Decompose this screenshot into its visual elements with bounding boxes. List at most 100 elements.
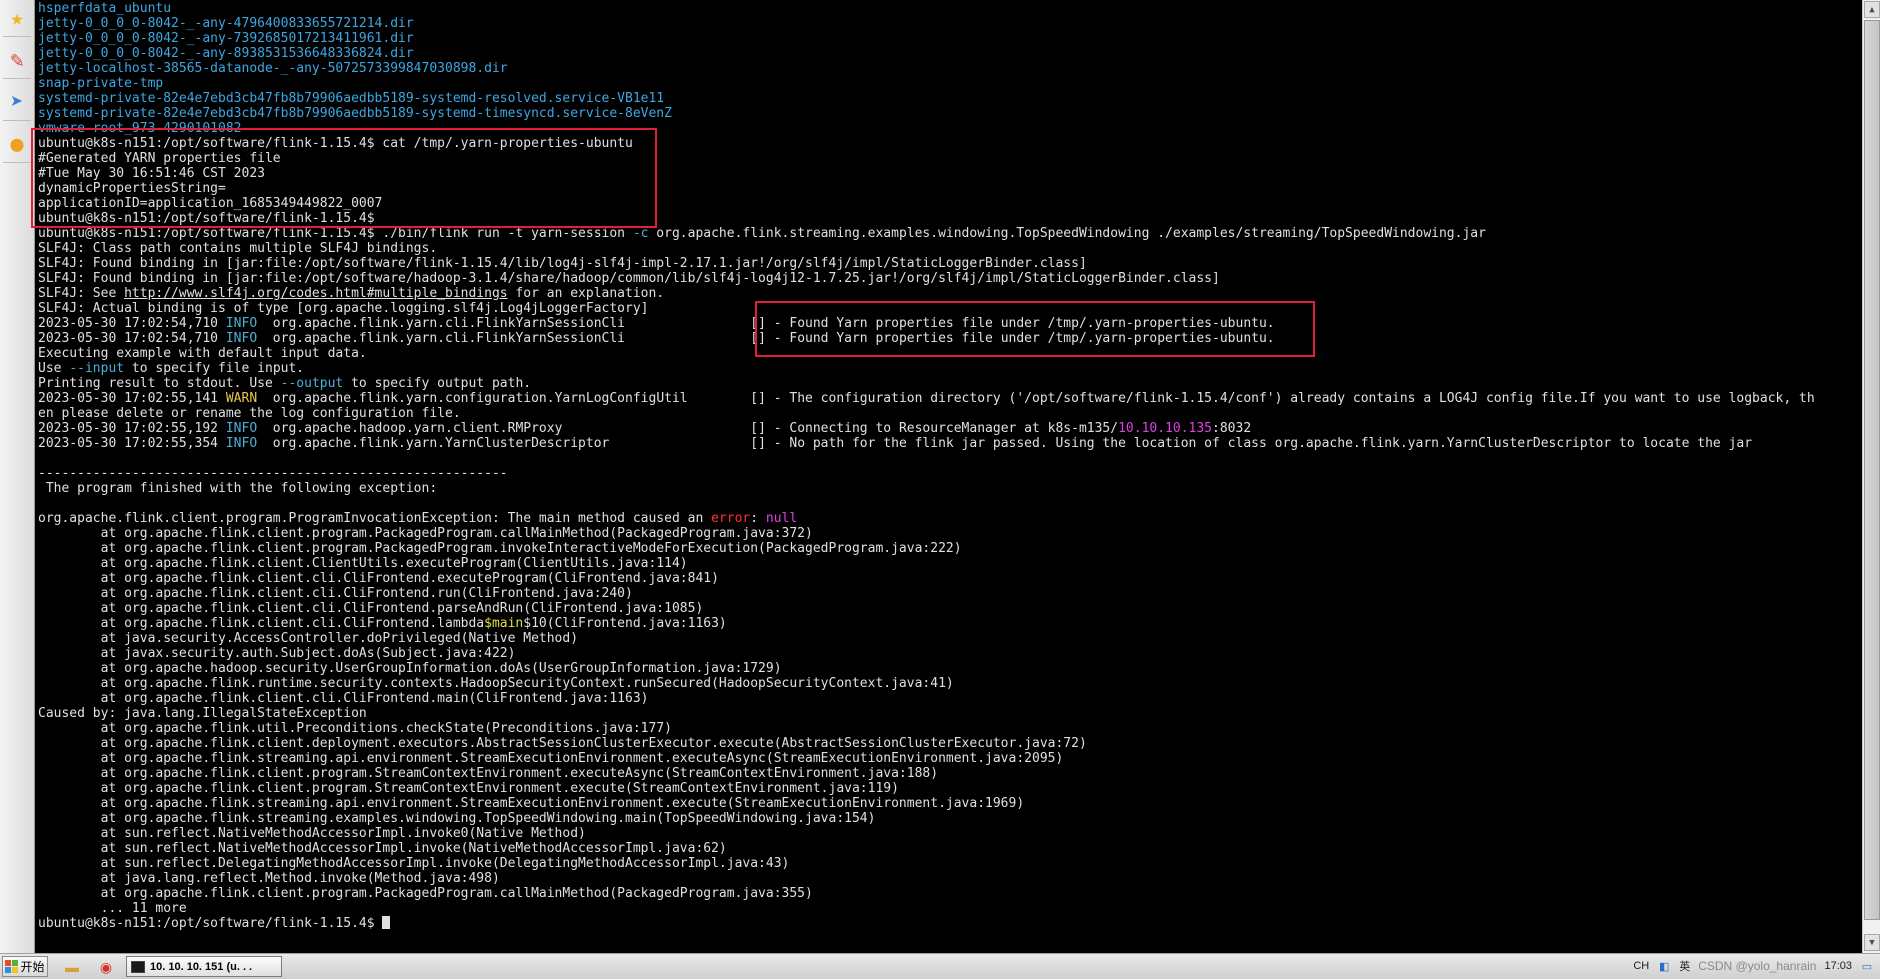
terminal-line: Caused by: java.lang.IllegalStateExcepti…	[38, 706, 1856, 721]
folder-icon[interactable]: ▬	[62, 957, 82, 977]
taskbar-item-ssh-session[interactable]: 10. 10. 10. 151 (u. . .	[126, 956, 282, 977]
terminal-text: dynamicPropertiesString=	[38, 181, 226, 196]
terminal-line: snap-private-tmp	[38, 76, 1856, 91]
terminal-text: hsperfdata_ubuntu	[38, 1, 172, 16]
terminal-text: SLF4J: Found binding in [jar:file:/opt/s…	[38, 271, 1220, 286]
terminal-text: org.apache.hadoop.yarn.client.RMProxy []…	[264, 421, 1119, 436]
terminal-line: #Generated YARN properties file	[38, 151, 1856, 166]
terminal-text: INFO	[225, 331, 265, 346]
terminal-line: 2023-05-30 17:02:54,710 INFO org.apache.…	[38, 316, 1856, 331]
tray-language[interactable]: CH	[1633, 960, 1649, 972]
terminal-text: :8032	[1212, 421, 1252, 436]
terminal-text: $main	[484, 616, 524, 631]
terminal-line: at org.apache.flink.client.program.Packa…	[38, 541, 1856, 556]
disc-icon[interactable]: ●	[3, 128, 31, 163]
terminal-text: at org.apache.flink.client.cli.CliFronte…	[38, 571, 719, 586]
taskbar-item-label: 10. 10. 10. 151 (u. . .	[150, 960, 253, 973]
send-icon[interactable]: ➤	[3, 86, 31, 121]
terminal-line: dynamicPropertiesString=	[38, 181, 1856, 196]
scroll-down-arrow-icon[interactable]: ▼	[1864, 934, 1880, 951]
terminal-text: systemd-private-82e4e7ebd3cb47fb8b79906a…	[38, 106, 672, 121]
terminal-text: --input	[69, 361, 125, 376]
terminal-line: systemd-private-82e4e7ebd3cb47fb8b79906a…	[38, 106, 1856, 121]
pen-icon[interactable]: ✎	[3, 44, 31, 79]
terminal-line: SLF4J: See http://www.slf4j.org/codes.ht…	[38, 286, 1856, 301]
scroll-up-arrow-icon[interactable]: ▲	[1864, 1, 1880, 18]
show-desktop-icon[interactable]: ▭	[1860, 959, 1874, 973]
terminal-line: vmware-root_973-4290101082	[38, 121, 1856, 136]
terminal-line: at org.apache.flink.client.cli.CliFronte…	[38, 601, 1856, 616]
tray-clock[interactable]: 17:03	[1824, 960, 1852, 972]
terminal-line: at org.apache.flink.streaming.examples.w…	[38, 811, 1856, 826]
terminal-text: 2023-05-30 17:02:55,192	[38, 421, 226, 436]
terminal-text: for an explanation.	[507, 286, 665, 301]
windows-logo-icon	[5, 960, 19, 973]
terminal-line: #Tue May 30 16:51:46 CST 2023	[38, 166, 1856, 181]
terminal-text: $10(CliFrontend.java:1163)	[523, 616, 727, 631]
terminal-line: at org.apache.flink.util.Preconditions.c…	[38, 721, 1856, 736]
terminal-text: 2023-05-30 17:02:54,710	[38, 331, 226, 346]
system-tray: CH ◧ 英 CSDN @yolo_hanrain 17:03 ▭	[1633, 958, 1874, 974]
quick-launch-rail: ★ ✎ ➤ ●	[0, 0, 35, 953]
terminal-text: org.apache.flink.yarn.YarnClusterDescrip…	[264, 436, 1753, 451]
terminal-text: Caused by: java.lang.IllegalStateExcepti…	[38, 706, 367, 721]
terminal-line: SLF4J: Class path contains multiple SLF4…	[38, 241, 1856, 256]
terminal-line: en please delete or rename the log confi…	[38, 406, 1856, 421]
star-icon[interactable]: ★	[3, 2, 31, 37]
terminal-text: at org.apache.flink.streaming.examples.w…	[38, 811, 876, 826]
terminal-text: WARN	[225, 391, 265, 406]
tray-ime[interactable]: 英	[1679, 958, 1690, 974]
terminal-text: at org.apache.flink.client.cli.CliFronte…	[38, 601, 704, 616]
terminal-line: jetty-0_0_0_0-8042-_-any-739268501721341…	[38, 31, 1856, 46]
terminal-text: systemd-private-82e4e7ebd3cb47fb8b79906a…	[38, 91, 665, 106]
terminal-text: org.apache.flink.yarn.configuration.Yarn…	[264, 391, 1815, 406]
terminal-text: ubuntu@k8s-n151:/opt/software/flink-1.15…	[38, 211, 375, 226]
terminal-line: at org.apache.flink.client.program.Packa…	[38, 526, 1856, 541]
network-icon[interactable]: ◧	[1657, 959, 1671, 973]
terminal-text: 2023-05-30 17:02:55,141	[38, 391, 226, 406]
terminal-line: ubuntu@k8s-n151:/opt/software/flink-1.15…	[38, 916, 1856, 931]
terminal-text: at org.apache.flink.client.cli.CliFronte…	[38, 691, 649, 706]
terminal-text: jetty-0_0_0_0-8042-_-any-893853153664833…	[38, 46, 414, 61]
terminal-line: at org.apache.flink.streaming.api.enviro…	[38, 796, 1856, 811]
terminal-scrollbar[interactable]: ▲ ▼	[1862, 0, 1880, 953]
terminal-line: at org.apache.flink.client.deployment.ex…	[38, 736, 1856, 751]
terminal-text: org.apache.flink.streaming.examples.wind…	[648, 226, 1486, 241]
terminal-line: org.apache.flink.client.program.ProgramI…	[38, 511, 1856, 526]
terminal-line: at org.apache.flink.client.program.Strea…	[38, 781, 1856, 796]
terminal-text: Printing result to stdout. Use	[38, 376, 281, 391]
terminal-line: 2023-05-30 17:02:54,710 INFO org.apache.…	[38, 331, 1856, 346]
terminal-line: 2023-05-30 17:02:55,354 INFO org.apache.…	[38, 436, 1856, 451]
terminal-line: The program finished with the following …	[38, 481, 1856, 496]
terminal-text: SLF4J: Actual binding is of type [org.ap…	[38, 301, 649, 316]
terminal-text: org.apache.flink.yarn.cli.FlinkYarnSessi…	[264, 331, 1275, 346]
terminal-text: at org.apache.flink.client.program.Packa…	[38, 886, 813, 901]
terminal-text: at org.apache.flink.client.program.Packa…	[38, 541, 962, 556]
terminal-text: at java.security.AccessController.doPriv…	[38, 631, 579, 646]
terminal-line: jetty-0_0_0_0-8042-_-any-893853153664833…	[38, 46, 1856, 61]
start-button[interactable]: 开始	[2, 956, 48, 977]
terminal-line: at java.security.AccessController.doPriv…	[38, 631, 1856, 646]
terminal-line: at sun.reflect.DelegatingMethodAccessorI…	[38, 856, 1856, 871]
terminal-text: SLF4J: See	[38, 286, 125, 301]
terminal-line: ubuntu@k8s-n151:/opt/software/flink-1.15…	[38, 211, 1856, 226]
chrome-icon[interactable]: ◉	[96, 957, 116, 977]
terminal-text: at org.apache.flink.util.Preconditions.c…	[38, 721, 672, 736]
terminal-line: SLF4J: Actual binding is of type [org.ap…	[38, 301, 1856, 316]
terminal-line: ubuntu@k8s-n151:/opt/software/flink-1.15…	[38, 226, 1856, 241]
terminal-text: ubuntu@k8s-n151:/opt/software/flink-1.15…	[38, 916, 383, 931]
terminal-line: Use --input to specify file input.	[38, 361, 1856, 376]
terminal-text: jetty-0_0_0_0-8042-_-any-479640083365572…	[38, 16, 414, 31]
terminal-line: 2023-05-30 17:02:55,192 INFO org.apache.…	[38, 421, 1856, 436]
terminal-text: Executing example with default input dat…	[38, 346, 367, 361]
terminal-text: The program finished with the following …	[38, 481, 438, 496]
scrollbar-thumb[interactable]	[1864, 20, 1880, 920]
terminal-line: at org.apache.flink.client.program.Strea…	[38, 766, 1856, 781]
terminal-line: Executing example with default input dat…	[38, 346, 1856, 361]
terminal-output[interactable]: hsperfdata_ubuntu jetty-0_0_0_0-8042-_-an…	[38, 1, 1856, 951]
terminal-text: SLF4J: Class path contains multiple SLF4…	[38, 241, 438, 256]
terminal-line: 2023-05-30 17:02:55,141 WARN org.apache.…	[38, 391, 1856, 406]
terminal-line: SLF4J: Found binding in [jar:file:/opt/s…	[38, 256, 1856, 271]
terminal-text: at org.apache.flink.client.deployment.ex…	[38, 736, 1087, 751]
